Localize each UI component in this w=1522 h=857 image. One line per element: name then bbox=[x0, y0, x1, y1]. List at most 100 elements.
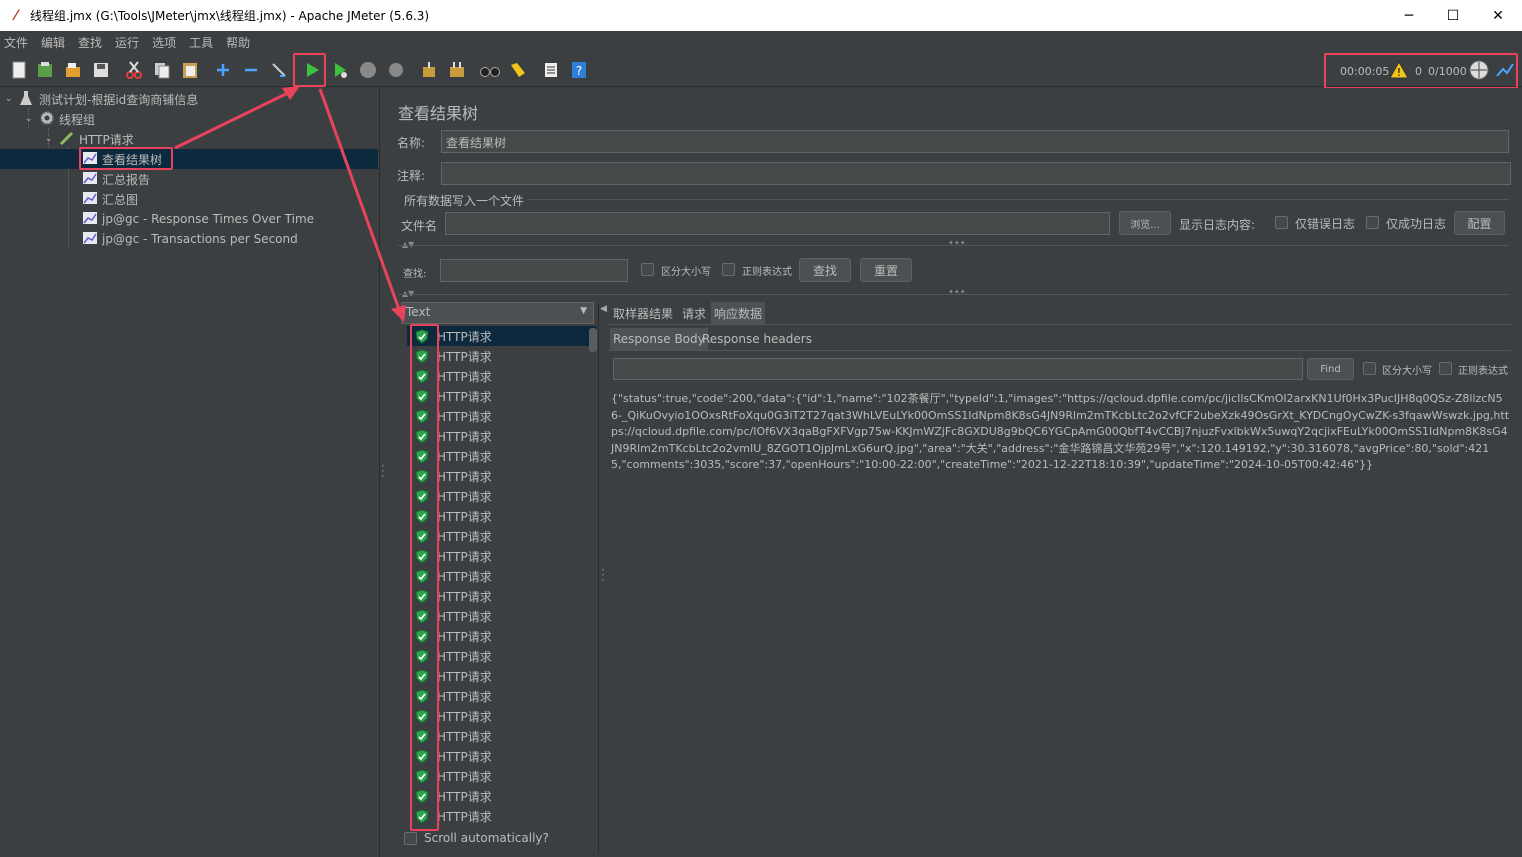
tree-item-http-request[interactable]: ⌄ HTTP请求 bbox=[45, 129, 134, 149]
find-input[interactable] bbox=[613, 358, 1303, 380]
success-only-label: 仅成功日志 bbox=[1386, 217, 1447, 231]
panel-title: 查看结果树 bbox=[398, 104, 479, 123]
listener-chart-icon bbox=[82, 211, 102, 228]
listener-chart-icon bbox=[82, 231, 102, 248]
comment-label: 注释: bbox=[397, 169, 426, 183]
splitter-grip[interactable]: · · · bbox=[601, 564, 605, 586]
tab-request[interactable]: 请求 bbox=[679, 302, 709, 324]
menu-edit[interactable]: 编辑 bbox=[41, 34, 65, 51]
sampler-pipette-icon bbox=[59, 130, 79, 149]
search-button[interactable]: 查找 bbox=[799, 258, 851, 282]
tab-response-headers[interactable]: Response headers bbox=[699, 328, 815, 350]
result-label: HTTP请求 bbox=[437, 369, 492, 384]
function-helper-icon[interactable] bbox=[540, 59, 562, 81]
scroll-auto-checkbox[interactable] bbox=[404, 832, 417, 845]
comment-input[interactable] bbox=[441, 162, 1511, 185]
splitter-dots-icon[interactable]: ••• bbox=[948, 287, 966, 298]
expand-icon[interactable] bbox=[212, 59, 234, 81]
reset-search-icon[interactable] bbox=[507, 59, 529, 81]
menu-run[interactable]: 运行 bbox=[115, 34, 139, 51]
result-label: HTTP请求 bbox=[437, 389, 492, 404]
expand-arrow-icon[interactable]: ⌄ bbox=[45, 134, 59, 144]
listener-chart-icon bbox=[82, 191, 102, 208]
menu-options[interactable]: 选项 bbox=[152, 34, 176, 51]
collapse-icon[interactable] bbox=[240, 59, 262, 81]
case-sensitive-label: 区分大小写 bbox=[661, 267, 711, 278]
case-sensitive-checkbox[interactable] bbox=[641, 263, 654, 276]
results-splitter[interactable] bbox=[598, 304, 599, 854]
minimize-button[interactable]: ─ bbox=[1386, 0, 1432, 31]
result-label: HTTP请求 bbox=[437, 669, 492, 684]
new-icon[interactable] bbox=[8, 59, 30, 81]
tree-label: 汇总图 bbox=[102, 192, 139, 207]
clear-all-icon[interactable] bbox=[446, 59, 468, 81]
shutdown-icon[interactable] bbox=[385, 59, 407, 81]
view-results-tree-panel: 查看结果树 名称: 查看结果树 注释: 所有数据写入一个文件 文件名 浏览...… bbox=[389, 88, 1522, 857]
find-button[interactable]: Find bbox=[1307, 358, 1354, 380]
renderer-select[interactable]: Text ▼ bbox=[401, 302, 594, 324]
result-label: HTTP请求 bbox=[437, 349, 492, 364]
expand-arrow-icon[interactable]: ⌄ bbox=[25, 114, 39, 124]
save-icon[interactable] bbox=[90, 59, 112, 81]
regex-checkbox[interactable] bbox=[722, 263, 735, 276]
tree-label: HTTP请求 bbox=[79, 132, 134, 147]
find-case-label: 区分大小写 bbox=[1382, 366, 1432, 377]
search-input[interactable] bbox=[440, 259, 628, 282]
result-label: HTTP请求 bbox=[437, 689, 492, 704]
open-icon[interactable] bbox=[62, 59, 84, 81]
toggle-icon[interactable] bbox=[268, 59, 290, 81]
templates-icon[interactable] bbox=[34, 59, 56, 81]
filename-input[interactable] bbox=[445, 212, 1110, 235]
menu-file[interactable]: 文件 bbox=[4, 34, 28, 51]
tree-item-response-times[interactable]: jp@gc - Response Times Over Time bbox=[82, 209, 314, 229]
result-label: HTTP请求 bbox=[437, 509, 492, 524]
reset-button[interactable]: 重置 bbox=[860, 258, 912, 282]
tree-item-test-plan[interactable]: ⌄ 测试计划-根据id查询商铺信息 bbox=[5, 89, 198, 109]
maximize-button[interactable]: ☐ bbox=[1430, 0, 1476, 31]
splitter-left-icon[interactable]: ◀ bbox=[600, 304, 607, 314]
regex-label: 正则表达式 bbox=[742, 267, 792, 278]
toolbar: ? bbox=[0, 53, 1522, 87]
tree-item-view-results-tree[interactable]: 查看结果树 bbox=[0, 149, 378, 169]
find-case-checkbox[interactable] bbox=[1363, 362, 1376, 375]
success-icons-highlight bbox=[410, 324, 439, 831]
tree-item-tps[interactable]: jp@gc - Transactions per Second bbox=[82, 229, 298, 249]
configure-button[interactable]: 配置 bbox=[1454, 211, 1505, 235]
errors-only-checkbox[interactable] bbox=[1275, 216, 1288, 229]
splitter-dots-icon[interactable]: ••• bbox=[948, 238, 966, 249]
tree-item-summary-graph[interactable]: 汇总图 bbox=[82, 189, 138, 209]
help-icon[interactable]: ? bbox=[568, 59, 590, 81]
clear-icon[interactable] bbox=[418, 59, 440, 81]
start-no-pauses-icon[interactable] bbox=[329, 59, 351, 81]
success-only-checkbox[interactable] bbox=[1366, 216, 1379, 229]
tab-response-body[interactable]: Response Body bbox=[610, 328, 708, 350]
expand-arrow-icon[interactable]: ⌄ bbox=[5, 94, 19, 104]
menu-help[interactable]: 帮助 bbox=[226, 34, 250, 51]
list-scrollbar-thumb[interactable] bbox=[589, 328, 597, 352]
menu-search[interactable]: 查找 bbox=[78, 34, 102, 51]
tabs-divider bbox=[608, 324, 1511, 325]
find-regex-checkbox[interactable] bbox=[1439, 362, 1452, 375]
tab-sampler-result[interactable]: 取样器结果 bbox=[610, 302, 676, 324]
file-section-title: 所有数据写入一个文件 bbox=[404, 194, 525, 208]
stop-icon[interactable] bbox=[357, 59, 379, 81]
splitter-grip[interactable]: · · · bbox=[381, 460, 385, 482]
result-label: HTTP请求 bbox=[437, 329, 492, 344]
search-label: 查找: bbox=[403, 269, 427, 280]
selected-listener-highlight bbox=[79, 147, 173, 170]
result-label: HTTP请求 bbox=[437, 549, 492, 564]
search-binoculars-icon[interactable] bbox=[479, 59, 501, 81]
paste-icon[interactable] bbox=[179, 59, 201, 81]
result-label: HTTP请求 bbox=[437, 629, 492, 644]
tree-item-thread-group[interactable]: ⌄ 线程组 bbox=[25, 109, 95, 129]
thread-group-gear-icon bbox=[39, 110, 59, 129]
name-input[interactable]: 查看结果树 bbox=[441, 130, 1509, 153]
tree-item-summary-report[interactable]: 汇总报告 bbox=[82, 169, 150, 189]
cut-icon[interactable] bbox=[123, 59, 145, 81]
close-button[interactable]: ✕ bbox=[1475, 0, 1521, 31]
tab-response-data[interactable]: 响应数据 bbox=[711, 302, 766, 324]
copy-icon[interactable] bbox=[151, 59, 173, 81]
browse-button[interactable]: 浏览... bbox=[1119, 211, 1171, 235]
errors-only-label: 仅错误日志 bbox=[1295, 217, 1356, 231]
menu-tools[interactable]: 工具 bbox=[189, 34, 213, 51]
